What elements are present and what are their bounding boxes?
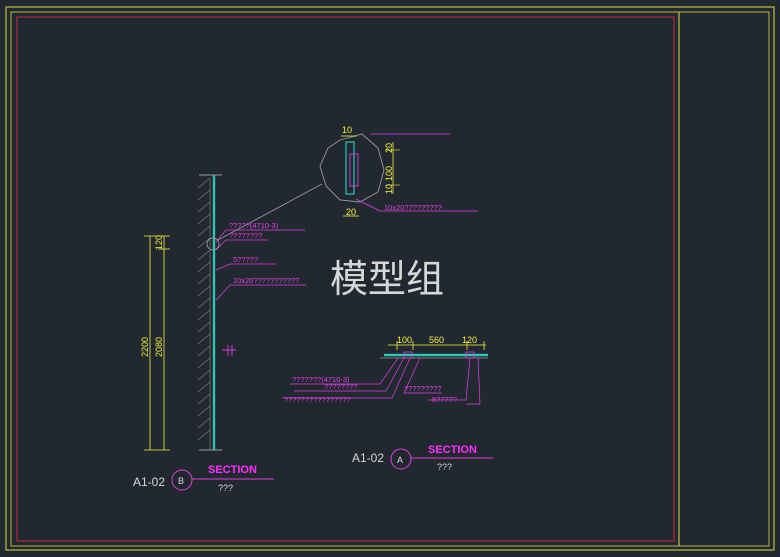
section-a-dim-560: 560: [429, 335, 444, 345]
section-a-anno-2: ????????: [324, 382, 357, 391]
detail-dim-right-2: 100: [384, 166, 394, 181]
section-a-dim-100: 100: [397, 335, 412, 345]
section-b-anno-3: 5?????: [233, 255, 258, 264]
detail-bubble-outline: [319, 133, 385, 203]
section-b-id: A1-02: [133, 475, 165, 489]
section-b-dim-2080: 2080: [154, 337, 164, 357]
section-a-title: A1-02 A SECTION ???: [352, 444, 493, 472]
section-a-drawing: 100 560 120 ???????(4710-3) ???????? ???…: [282, 335, 488, 405]
section-b-drawing: ?????(4710-3) ???????? 5????? 10x20?????…: [140, 174, 323, 451]
wall-hatch: [197, 177, 211, 450]
detail-enlarged: 10 20 100 10 20 10x20?????????: [319, 125, 478, 217]
section-a-leader-5: [428, 357, 471, 401]
section-b-heading: SECTION: [208, 464, 257, 476]
leader-3: [215, 263, 276, 271]
section-a-anno-3: ?????????: [404, 384, 442, 393]
section-a-id: A1-02: [352, 451, 384, 465]
section-a-subtitle: ???: [437, 462, 452, 472]
detail-leader-bottom: [355, 198, 381, 212]
section-b-anno-2: ????????: [229, 231, 262, 240]
watermark: 模型组: [330, 257, 444, 301]
detail-dim-right-3: 10: [384, 184, 394, 194]
detail-dim-right-1: 20: [384, 143, 394, 153]
section-b-anno-4: 10x20???????????: [233, 276, 299, 285]
section-a-anno-5: 5?????: [432, 395, 457, 404]
section-b-dim-120: 120: [154, 235, 164, 250]
section-b-anno-1: ?????(4710-3): [229, 221, 279, 230]
section-a-dim-120: 120: [462, 335, 477, 345]
cad-drawing-canvas: 10 20 100 10 20 10x20????????? ?????(471…: [5, 6, 775, 551]
section-a-heading: SECTION: [428, 444, 477, 456]
section-b-title: A1-02 B SECTION ???: [133, 464, 274, 493]
leader-4: [215, 284, 306, 301]
section-a-bubble-label: A: [397, 455, 403, 465]
detail-dim-bottom: 20: [346, 207, 356, 217]
detail-dim-top: 10: [342, 125, 352, 135]
section-b-dim-2200: 2200: [140, 337, 150, 357]
handle-mark: [222, 345, 236, 356]
section-b-bubble-label: B: [178, 476, 184, 486]
section-a-anno-4: ????????????????: [284, 395, 351, 404]
leader-2: [215, 239, 268, 251]
detail-note: 10x20?????????: [384, 203, 442, 212]
section-b-subtitle: ???: [218, 483, 233, 493]
